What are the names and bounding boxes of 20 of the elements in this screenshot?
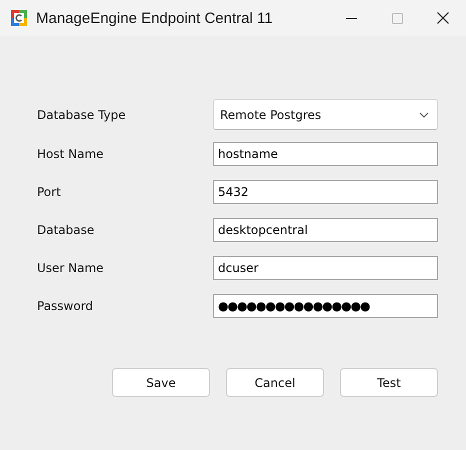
app-logo-icon bbox=[11, 10, 27, 26]
close-icon bbox=[437, 12, 449, 24]
field-label: Host Name bbox=[37, 147, 104, 161]
window-title: ManageEngine Endpoint Central 11 bbox=[36, 10, 274, 26]
field-label: Port bbox=[37, 185, 61, 199]
text-field[interactable]: hostname bbox=[213, 142, 438, 166]
maximize-icon bbox=[392, 12, 402, 24]
password-field[interactable]: ●●●●●●●●●●●●●●●● bbox=[213, 294, 438, 318]
text-field[interactable]: desktopcentral bbox=[213, 218, 438, 242]
database-type-dropdown[interactable]: Remote Postgres bbox=[213, 99, 438, 130]
field-label: Database Type bbox=[37, 108, 126, 122]
dialog-button[interactable]: Save bbox=[112, 368, 210, 397]
field-label: Password bbox=[37, 299, 94, 313]
text-field[interactable]: dcuser bbox=[213, 256, 438, 280]
field-label: Database bbox=[37, 223, 94, 237]
dialog-button[interactable]: Test bbox=[340, 368, 438, 397]
dialog-button[interactable]: Cancel bbox=[226, 368, 324, 397]
chevron-down-icon bbox=[419, 112, 429, 118]
field-label: User Name bbox=[37, 261, 104, 275]
text-field[interactable]: 5432 bbox=[213, 180, 438, 204]
